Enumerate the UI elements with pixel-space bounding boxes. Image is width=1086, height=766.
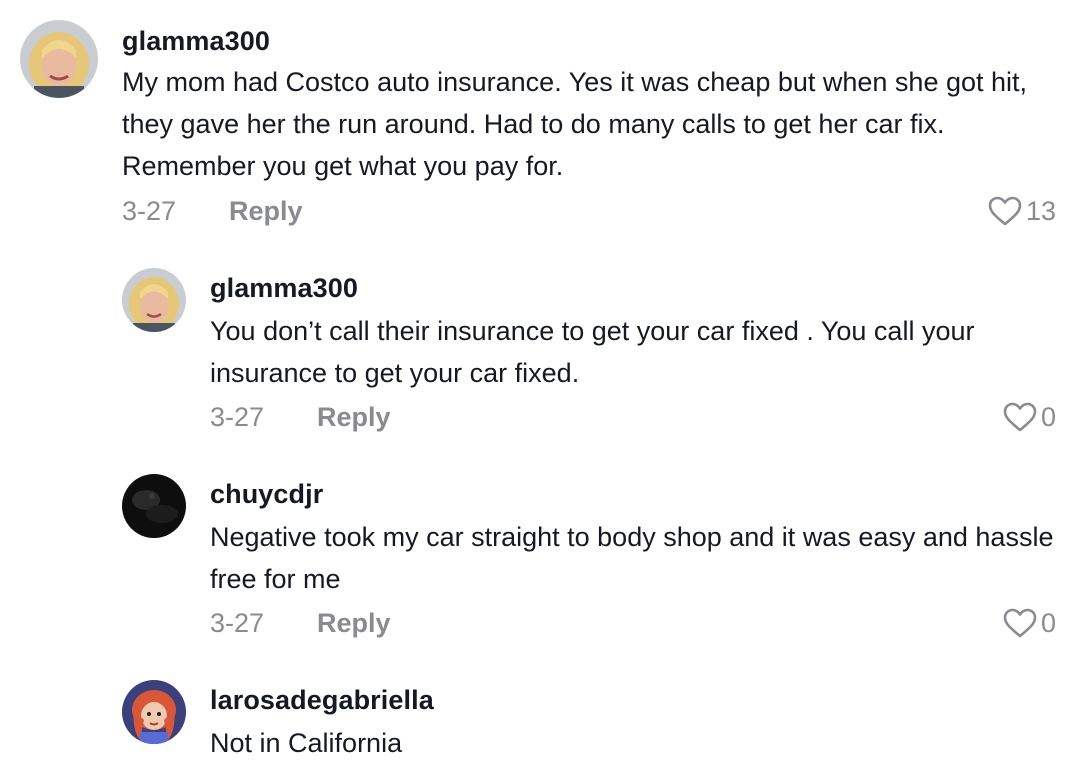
reply-button[interactable]: Reply — [317, 402, 391, 433]
heart-outline-icon — [1003, 608, 1037, 638]
heart-outline-icon — [1003, 402, 1037, 432]
user-photo-avatar-icon — [20, 20, 98, 98]
like-button[interactable]: 0 — [1003, 400, 1056, 434]
avatar[interactable] — [122, 268, 186, 332]
like-count: 0 — [1040, 607, 1056, 638]
comment-text: Negative took my car straight to body sh… — [210, 522, 1054, 594]
avatar[interactable] — [20, 20, 98, 98]
avatar[interactable] — [122, 474, 186, 538]
user-photo-avatar-icon — [122, 268, 186, 332]
reply-button[interactable]: Reply — [229, 196, 303, 227]
comment-text: Not in California — [210, 728, 403, 758]
reply-button[interactable]: Reply — [317, 608, 391, 639]
dark-photo-avatar-icon — [122, 474, 186, 538]
like-count: 13 — [1025, 195, 1056, 226]
comment-username[interactable]: glamma300 — [122, 26, 270, 57]
cartoon-avatar-icon — [122, 680, 186, 744]
comment-text: My mom had Costco auto insurance. Yes it… — [122, 67, 1028, 181]
comment-username[interactable]: chuycdjr — [210, 479, 323, 510]
comment-username[interactable]: glamma300 — [210, 273, 358, 304]
like-count: 0 — [1040, 401, 1056, 432]
avatar[interactable] — [122, 680, 186, 744]
comment-date: 3-27 — [122, 196, 177, 226]
comment-date: 3-27 — [210, 608, 265, 638]
like-button[interactable]: 13 — [988, 194, 1056, 228]
like-button[interactable]: 0 — [1003, 606, 1056, 640]
comment-date: 3-27 — [210, 402, 265, 432]
heart-outline-icon — [988, 196, 1022, 226]
comment-text: You don’t call their insurance to get yo… — [210, 316, 975, 388]
comment-username[interactable]: larosadegabriella — [210, 685, 434, 716]
